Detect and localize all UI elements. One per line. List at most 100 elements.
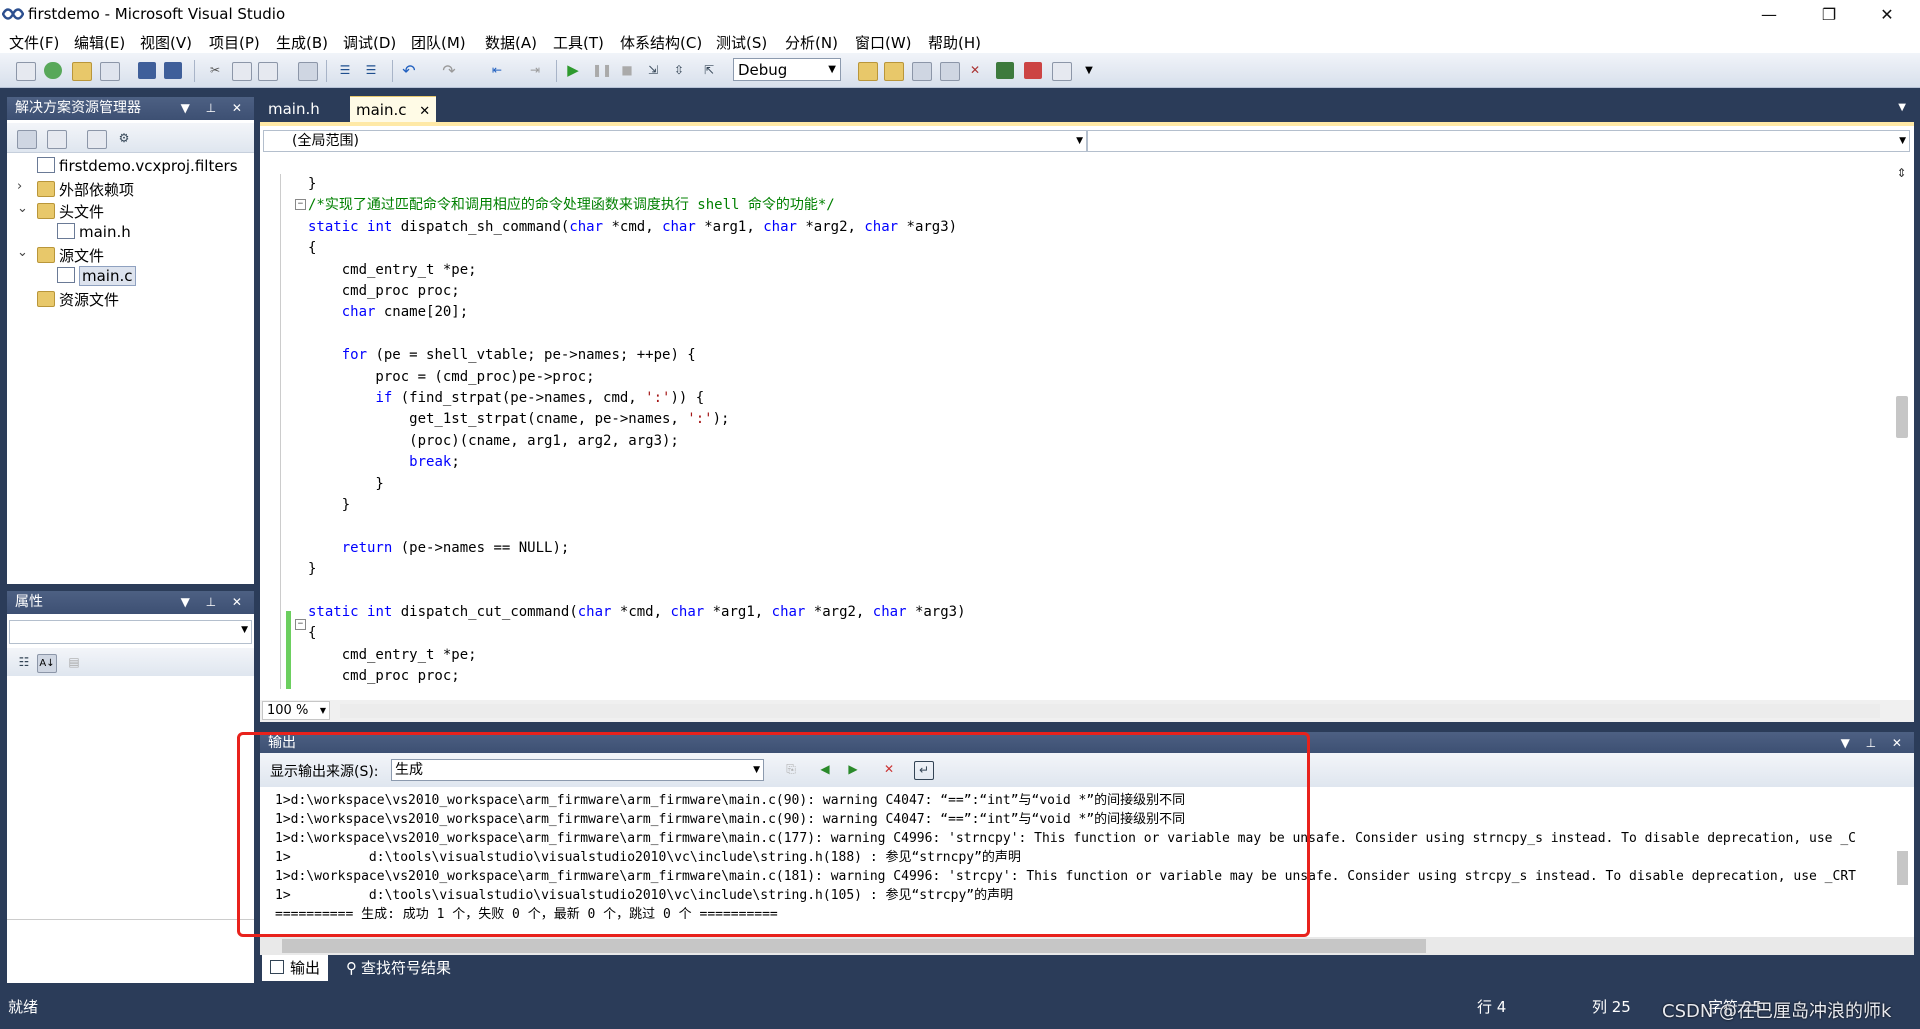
menu-item-12[interactable]: 窗口(W) [855, 32, 912, 53]
toolbar-overflow-icon[interactable]: ▼ [1080, 62, 1098, 79]
step-over-icon[interactable]: ⇳ [670, 62, 688, 79]
scroll-thumb[interactable] [1897, 851, 1908, 885]
tab-main-c[interactable]: main.c ✕ [350, 96, 437, 123]
collapse-icon[interactable]: − [295, 199, 306, 210]
menu-item-6[interactable]: 团队(M) [411, 32, 466, 53]
tree-item[interactable]: ⌄ 头文件 [17, 201, 105, 222]
code-editor[interactable]: (全局范围) ▼ ▼ − − } /*实现了通过匹配命令和调用相应的命令处理函数来… [260, 122, 1914, 722]
start-page-icon[interactable] [996, 62, 1014, 79]
undo-icon[interactable]: ↶ [400, 62, 418, 79]
panel-controls-icon[interactable]: ▼ ⊥ ✕ [181, 97, 248, 119]
pause-icon[interactable]: ❚❚ [592, 62, 612, 79]
tab-find-symbol-results[interactable]: ⚲ 查找符号结果 [338, 955, 459, 981]
open-file-icon[interactable] [72, 62, 92, 81]
chevron-down-icon: ▼ [1899, 136, 1906, 146]
code-area[interactable]: − − } /*实现了通过匹配命令和调用相应的命令处理函数来调度执行 shell … [260, 174, 1890, 689]
menu-item-3[interactable]: 项目(P) [209, 32, 260, 53]
object-browser-icon[interactable] [940, 62, 960, 81]
step-into-icon[interactable]: ⇲ [644, 62, 662, 79]
scroll-thumb[interactable] [1896, 396, 1908, 438]
menu-item-7[interactable]: 数据(A) [485, 32, 537, 53]
extension-manager-icon[interactable] [1024, 62, 1042, 79]
maximize-button[interactable]: ❐ [1800, 0, 1858, 29]
alphabetical-icon[interactable]: A↓ [37, 654, 57, 673]
toolbox-icon[interactable]: ✕ [966, 62, 984, 79]
find-icon[interactable] [298, 62, 318, 81]
scroll-thumb[interactable] [282, 939, 1426, 953]
save-icon[interactable] [138, 62, 156, 79]
uncomment-icon[interactable]: ☰ [362, 62, 380, 79]
title-bar: firstdemo - Microsoft Visual Studio — ❐ … [0, 0, 1920, 29]
code-line: } [308, 561, 317, 578]
zoom-select[interactable]: 100 % ▼ [262, 701, 330, 720]
show-all-files-icon[interactable] [47, 130, 67, 149]
object-select[interactable]: ▼ [9, 620, 252, 644]
tree-item[interactable]: 资源文件 [37, 289, 119, 310]
menu-item-9[interactable]: 体系结构(C) [620, 32, 702, 53]
cut-icon[interactable]: ✂ [206, 62, 224, 79]
tree-item[interactable]: › 外部依赖项 [17, 179, 134, 200]
new-project-icon[interactable] [16, 62, 36, 81]
tree-item-label: 头文件 [59, 203, 105, 221]
output-vertical-scrollbar[interactable] [1895, 787, 1910, 937]
code-line: break; [409, 454, 460, 471]
close-tab-icon[interactable]: ✕ [419, 104, 430, 119]
menu-item-1[interactable]: 编辑(E) [74, 32, 125, 53]
menu-item-4[interactable]: 生成(B) [276, 32, 328, 53]
scope-dropdown[interactable]: (全局范围) ▼ [263, 130, 1087, 152]
class-view-icon[interactable] [87, 130, 107, 149]
output-horizontal-scrollbar[interactable] [260, 937, 1914, 955]
minimize-button[interactable]: — [1740, 0, 1798, 29]
properties-window-icon[interactable] [912, 62, 932, 81]
command-window-icon[interactable] [1052, 62, 1072, 81]
menu-item-13[interactable]: 帮助(H) [928, 32, 981, 53]
paste-icon[interactable] [258, 62, 278, 81]
close-window-button[interactable]: ✕ [1858, 0, 1916, 29]
collapse-icon[interactable]: − [295, 619, 306, 630]
tree-item[interactable]: ⌄ 源文件 [17, 245, 104, 266]
tree-item[interactable]: firstdemo.vcxproj.filters [37, 157, 238, 175]
categorized-icon[interactable]: ☷ [15, 654, 33, 671]
menu-item-5[interactable]: 调试(D) [343, 32, 396, 53]
split-icon[interactable]: ⇕ [1893, 166, 1910, 183]
comment-icon[interactable]: ☰ [336, 62, 354, 79]
code-line: char cname[20]; [341, 304, 469, 321]
solution-explorer-icon[interactable] [884, 62, 904, 81]
chevron-down-icon: ▼ [241, 625, 248, 635]
properties-icon[interactable] [17, 130, 37, 149]
add-item-icon[interactable] [44, 62, 62, 79]
tab-list-chevron-icon[interactable]: ▼ [1898, 102, 1906, 113]
tab-main-h[interactable]: main.h [262, 96, 326, 122]
save-all-icon[interactable] [164, 62, 182, 79]
tab-output[interactable]: 输出 [262, 955, 329, 981]
redo-icon[interactable]: ↷ [440, 62, 458, 79]
member-dropdown[interactable]: ▼ [1087, 130, 1910, 152]
new-item-icon[interactable] [100, 62, 120, 81]
header-file-icon [57, 223, 75, 239]
view-class-diagram-icon[interactable]: ⚙ [115, 130, 133, 147]
editor-vertical-scrollbar[interactable]: ⇕ [1893, 166, 1910, 686]
panel-controls-icon[interactable]: ▼ ⊥ ✕ [1841, 732, 1908, 754]
menu-item-8[interactable]: 工具(T) [553, 32, 604, 53]
tree-item[interactable]: main.h [57, 223, 131, 241]
property-pages-icon[interactable]: ▤ [65, 654, 83, 671]
editor-horizontal-scrollbar[interactable] [340, 704, 1880, 718]
expander-icon[interactable]: ⌄ [17, 201, 28, 216]
panel-controls-icon[interactable]: ▼ ⊥ ✕ [181, 591, 248, 613]
menu-item-11[interactable]: 分析(N) [785, 32, 838, 53]
expander-icon[interactable]: › [17, 179, 22, 194]
tree-item[interactable]: main.c [57, 266, 136, 286]
start-debugging-icon[interactable]: ▶ [564, 62, 582, 79]
expander-icon[interactable]: ⌄ [17, 245, 28, 260]
navigate-backward-icon[interactable]: ⇤ [488, 62, 506, 79]
navigate-forward-icon[interactable]: ⇥ [526, 62, 544, 79]
step-out-icon[interactable]: ⇱ [700, 62, 718, 79]
solution-configuration-select[interactable]: Debug ▼ [733, 58, 841, 81]
menu-item-10[interactable]: 测试(S) [716, 32, 767, 53]
output-tab-strip: 输出 ⚲ 查找符号结果 [260, 955, 1914, 983]
menu-item-2[interactable]: 视图(V) [140, 32, 192, 53]
find-in-files-icon[interactable] [858, 62, 878, 81]
menu-item-0[interactable]: 文件(F) [9, 32, 59, 53]
stop-icon[interactable]: ■ [618, 62, 636, 79]
copy-icon[interactable] [232, 62, 252, 81]
